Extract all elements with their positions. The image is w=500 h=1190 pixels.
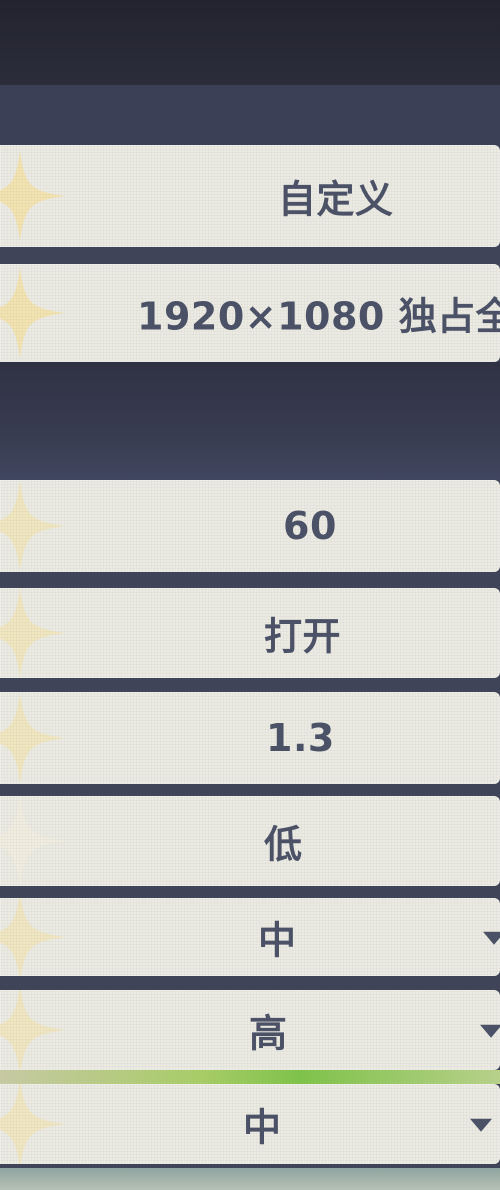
four-point-star-icon: [0, 1084, 70, 1164]
section-gap: [0, 362, 500, 480]
vsync-value: 打开: [264, 614, 342, 659]
vsync-selector[interactable]: 打开: [0, 588, 500, 678]
caret-down-icon[interactable]: [483, 931, 500, 945]
next-row-edge: [0, 1168, 500, 1190]
scene-detail-value: 中: [243, 1105, 282, 1150]
fps-selector[interactable]: 60: [0, 480, 500, 572]
visual-effects-value: 中: [258, 918, 297, 963]
four-point-star-icon: [0, 588, 70, 678]
preset-value: 自定义: [278, 177, 394, 222]
effects-quality-selector[interactable]: 高: [0, 990, 500, 1070]
four-point-star-icon: [0, 990, 70, 1070]
top-divider-strip: [0, 85, 500, 145]
four-point-star-icon: [0, 796, 70, 886]
caret-down-icon[interactable]: [480, 1024, 500, 1038]
top-dark-band: [0, 0, 500, 85]
four-point-star-icon: [0, 264, 70, 362]
shadow-quality-selector[interactable]: 低: [0, 796, 500, 886]
render-scale-selector[interactable]: 1.3: [0, 692, 500, 784]
render-scale-value: 1.3: [266, 716, 335, 760]
visual-effects-selector[interactable]: 中: [0, 898, 500, 976]
four-point-star-icon: [0, 146, 70, 246]
scene-detail-selector[interactable]: 中: [0, 1084, 500, 1164]
caret-down-icon[interactable]: [470, 1118, 492, 1132]
four-point-star-icon: [0, 692, 70, 784]
focus-glow: [0, 1070, 500, 1084]
fps-value: 60: [283, 504, 337, 548]
four-point-star-icon: [0, 898, 70, 976]
four-point-star-icon: [0, 480, 70, 572]
effects-quality-value: 高: [249, 1011, 288, 1056]
preset-selector[interactable]: 自定义: [0, 145, 500, 247]
shadow-quality-value: 低: [264, 822, 303, 867]
resolution-value: 1920×1080 独占全屏: [137, 294, 500, 339]
resolution-selector[interactable]: 1920×1080 独占全屏: [0, 264, 500, 362]
